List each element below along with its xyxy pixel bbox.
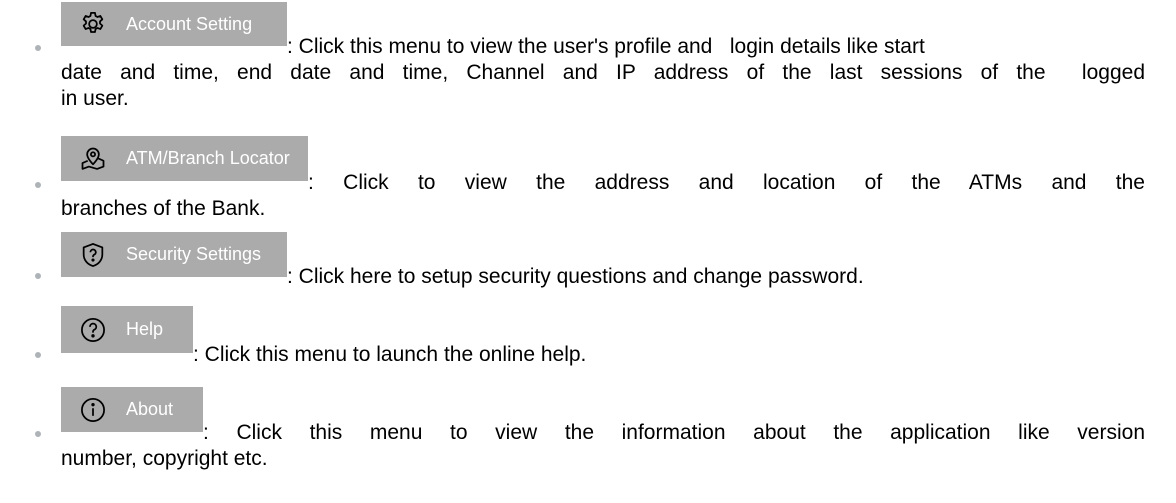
- atm-branch-locator-desc-line2: branches of the Bank.: [61, 197, 266, 220]
- gear-icon: [79, 10, 107, 38]
- account-setting-button[interactable]: Account Setting: [61, 2, 287, 46]
- account-setting-label: Account Setting: [126, 13, 253, 34]
- map-pin-icon: [79, 145, 107, 173]
- about-label: About: [126, 399, 174, 419]
- help-label: Help: [126, 319, 164, 339]
- account-setting-desc-line2: date and time, end date and time, Channe…: [61, 61, 1145, 84]
- atm-branch-locator-desc-line1: : Click to view the address and location…: [308, 171, 1145, 194]
- about-desc-line1: : Click this menu to view the informatio…: [203, 421, 1145, 444]
- help-desc-line1: : Click this menu to launch the online h…: [193, 343, 587, 366]
- security-settings-desc-line1: : Click here to setup security questions…: [287, 265, 864, 288]
- bullet: [35, 273, 41, 279]
- shield-question-icon: [79, 241, 107, 269]
- bullet: [35, 182, 41, 188]
- about-desc-line2: number, copyright etc.: [61, 447, 268, 470]
- security-settings-button[interactable]: Security Settings: [61, 232, 287, 277]
- help-document: Account Setting : Click this menu to vie…: [0, 0, 1176, 503]
- help-circle-icon: [79, 316, 107, 344]
- bullet: [35, 45, 41, 51]
- bullet: [35, 352, 41, 358]
- about-button[interactable]: About: [61, 387, 203, 432]
- help-button[interactable]: Help: [61, 306, 193, 353]
- atm-branch-locator-button[interactable]: ATM/Branch Locator: [61, 136, 308, 181]
- security-settings-label: Security Settings: [126, 244, 262, 264]
- bullet: [35, 431, 41, 437]
- atm-branch-locator-label: ATM/Branch Locator: [126, 148, 290, 168]
- account-setting-desc-line1: : Click this menu to view the user's pro…: [287, 35, 925, 58]
- info-circle-icon: [79, 396, 107, 424]
- account-setting-desc-line3: in user.: [61, 87, 129, 110]
